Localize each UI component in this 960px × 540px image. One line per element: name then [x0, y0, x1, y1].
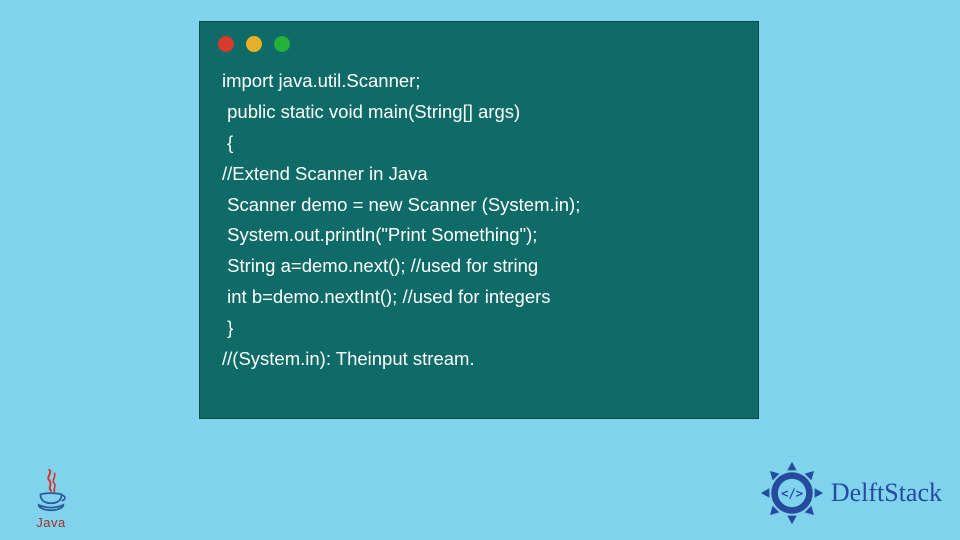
java-logo: Java: [26, 468, 76, 530]
code-block: import java.util.Scanner; public static …: [200, 60, 758, 391]
svg-text:</>: </>: [781, 487, 803, 501]
delftstack-emblem-icon: </>: [759, 460, 825, 526]
java-cup-icon: [33, 468, 69, 512]
window-titlebar: [200, 22, 758, 60]
close-icon: [218, 36, 234, 52]
maximize-icon: [274, 36, 290, 52]
delftstack-logo: </> DelftStack: [759, 460, 942, 526]
minimize-icon: [246, 36, 262, 52]
java-logo-text: Java: [26, 515, 76, 530]
delftstack-text: DelftStack: [831, 478, 942, 508]
code-window: import java.util.Scanner; public static …: [199, 21, 759, 419]
